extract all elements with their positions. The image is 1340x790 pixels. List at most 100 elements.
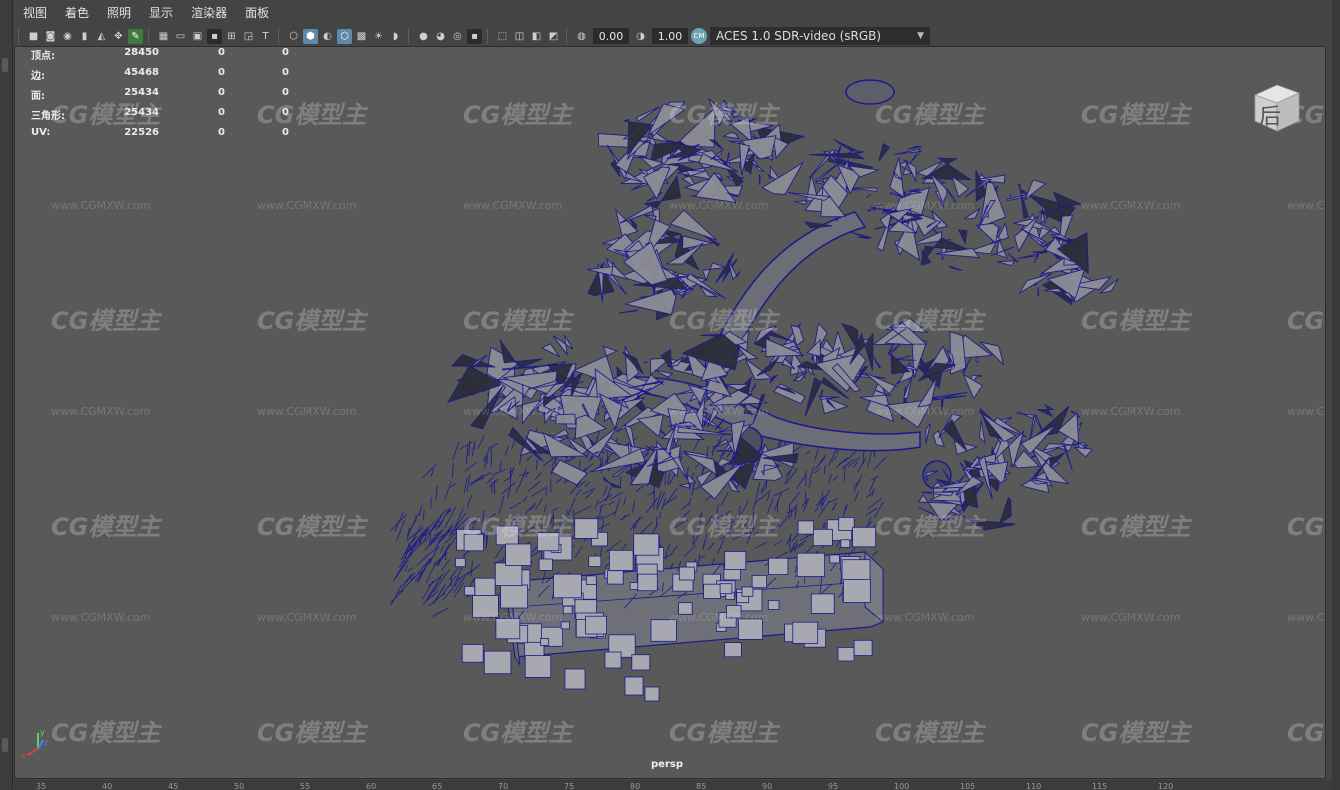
ground-tile [505, 543, 532, 566]
moss-strand [422, 509, 425, 521]
textured-icon[interactable]: ▩ [354, 29, 369, 44]
smooth-shade-icon[interactable]: ⬢ [303, 28, 318, 44]
watermark-url: www.CGMXW.com [51, 199, 151, 212]
moss-strand [808, 480, 812, 488]
moss-strand [813, 468, 821, 474]
safe-title-icon[interactable]: T [258, 29, 273, 44]
moss-strand [440, 545, 445, 553]
safe-action-icon[interactable]: ◲ [241, 29, 256, 44]
moss-strand [419, 505, 422, 516]
moss-strand [600, 511, 616, 521]
moss-strand [463, 477, 468, 494]
multisample-aa-icon[interactable]: ◎ [450, 29, 465, 44]
wireframe-on-shaded-icon[interactable]: ⬡ [337, 28, 352, 44]
hud-label: 面: [31, 91, 45, 102]
leaf-polygon [551, 459, 589, 486]
shadows-icon[interactable]: ◗ [388, 29, 403, 44]
moss-strand [814, 456, 826, 470]
use-all-lights-icon[interactable]: ☀ [371, 29, 386, 44]
grid-icon[interactable]: ▦ [156, 29, 171, 44]
rail-handle[interactable] [2, 738, 8, 752]
moss-strand [453, 576, 466, 594]
leaf-polygon [756, 356, 780, 377]
bookmark-icon[interactable]: ▮ [77, 29, 92, 44]
moss-strand [470, 560, 473, 577]
moss-strand [788, 505, 790, 521]
moss-strand [441, 559, 451, 571]
right-edge-rail [1332, 0, 1340, 790]
watermark-logo: CG模型主 [1081, 101, 1191, 129]
moss-strand [470, 474, 484, 486]
watermark-logo: CG模型主 [463, 719, 573, 747]
ground-tile [853, 639, 873, 656]
3d-viewport[interactable]: y z x CG模型主 CG模型主 CG模型主 CG模型主 CG模型主 CG模型主 CG模型… [14, 46, 1326, 779]
image-plane-icon[interactable]: ◭ [94, 29, 109, 44]
watermark-logo: CG模型主 [875, 101, 985, 129]
panel-toolbar: ■ ◙ ◉ ▮ ◭ ✥ ✎ ▦ ▭ ▣ ▪ ⊞ ◲ T ⬡ ⬢ ◐ ⬡ ▩ ☀ … [14, 26, 1332, 46]
rail-handle[interactable] [2, 58, 8, 72]
moss-strand [515, 484, 520, 493]
menu-renderer[interactable]: 渲染器 [182, 0, 236, 26]
menu-view[interactable]: 视图 [14, 0, 56, 26]
screen-space-ao-icon[interactable]: ● [416, 29, 431, 44]
menu-lighting[interactable]: 照明 [98, 0, 140, 26]
bookmark-camera-icon[interactable]: ◉ [60, 29, 75, 44]
ground-tile [500, 584, 529, 609]
menu-show[interactable]: 显示 [140, 0, 182, 26]
gamma-icon[interactable]: ◑ [633, 29, 648, 44]
moss-strand [486, 476, 495, 484]
moss-strand [489, 478, 498, 488]
motion-blur-icon[interactable]: ◕ [433, 29, 448, 44]
hud-value: 0 [282, 107, 289, 118]
depth-of-field-icon[interactable]: ▪ [467, 28, 482, 44]
grease-pencil-icon[interactable]: ✎ [128, 28, 143, 44]
ground-tile [474, 577, 496, 596]
moss-strand [824, 465, 826, 474]
ground-tile [574, 518, 599, 539]
two-d-pan-zoom-icon[interactable]: ✥ [111, 29, 126, 44]
watermark-logo: CG模型主 [257, 719, 367, 747]
ground-tile [637, 573, 658, 592]
moss-strand [755, 541, 767, 549]
resolution-gate-icon[interactable]: ▣ [190, 29, 205, 44]
field-chart-icon[interactable]: ⊞ [224, 29, 239, 44]
gate-mask-icon[interactable]: ▪ [207, 28, 222, 44]
moss-strand [632, 500, 636, 513]
time-slider[interactable]: 35 40 45 50 55 60 65 70 75 80 85 90 95 100 105 110 115 12… [14, 780, 1332, 790]
toolbar-separator [148, 28, 151, 44]
leaf-polygon [850, 231, 872, 240]
color-space-dropdown[interactable]: ACES 1.0 SDR-video (sRGB) ▼ [710, 27, 930, 45]
leaf-polygon [887, 343, 902, 356]
ground-tile [564, 668, 586, 690]
wireframe-icon[interactable]: ⬡ [286, 29, 301, 44]
moss-strand [605, 487, 612, 502]
hud-row-edges: 边: 45468 0 0 [31, 67, 311, 87]
exposure-icon[interactable]: ◍ [574, 29, 589, 44]
film-gate-icon[interactable]: ▭ [173, 29, 188, 44]
leaf-polygon [715, 449, 732, 452]
menu-panels[interactable]: 面板 [236, 0, 278, 26]
leaf-polygon [808, 138, 865, 160]
hud-value: 0 [218, 107, 225, 118]
moss-strand [832, 475, 839, 481]
ground-tile [455, 557, 466, 568]
xray-joints-icon[interactable]: ◧ [529, 29, 544, 44]
exposure-field[interactable] [593, 28, 629, 44]
backface-culling-icon[interactable]: ◩ [546, 29, 561, 44]
default-material-icon[interactable]: ◐ [320, 29, 335, 44]
isolate-select-icon[interactable]: ⬚ [495, 29, 510, 44]
xray-icon[interactable]: ◫ [512, 29, 527, 44]
camera-attributes-icon[interactable]: ◙ [43, 29, 58, 44]
moss-strand [786, 534, 792, 545]
moss-strand [683, 544, 697, 557]
select-camera-icon[interactable]: ■ [26, 29, 41, 44]
timeline-tick-label: 95 [828, 782, 839, 790]
view-cube-face-label[interactable]: 后 [1259, 99, 1281, 131]
moss-strand [522, 496, 528, 502]
color-management-icon[interactable]: CM [691, 28, 707, 44]
ground-tile [631, 654, 651, 671]
ground-tile [812, 528, 833, 546]
gamma-field[interactable] [652, 28, 688, 44]
moss-strand [389, 589, 404, 604]
menu-shading[interactable]: 着色 [56, 0, 98, 26]
